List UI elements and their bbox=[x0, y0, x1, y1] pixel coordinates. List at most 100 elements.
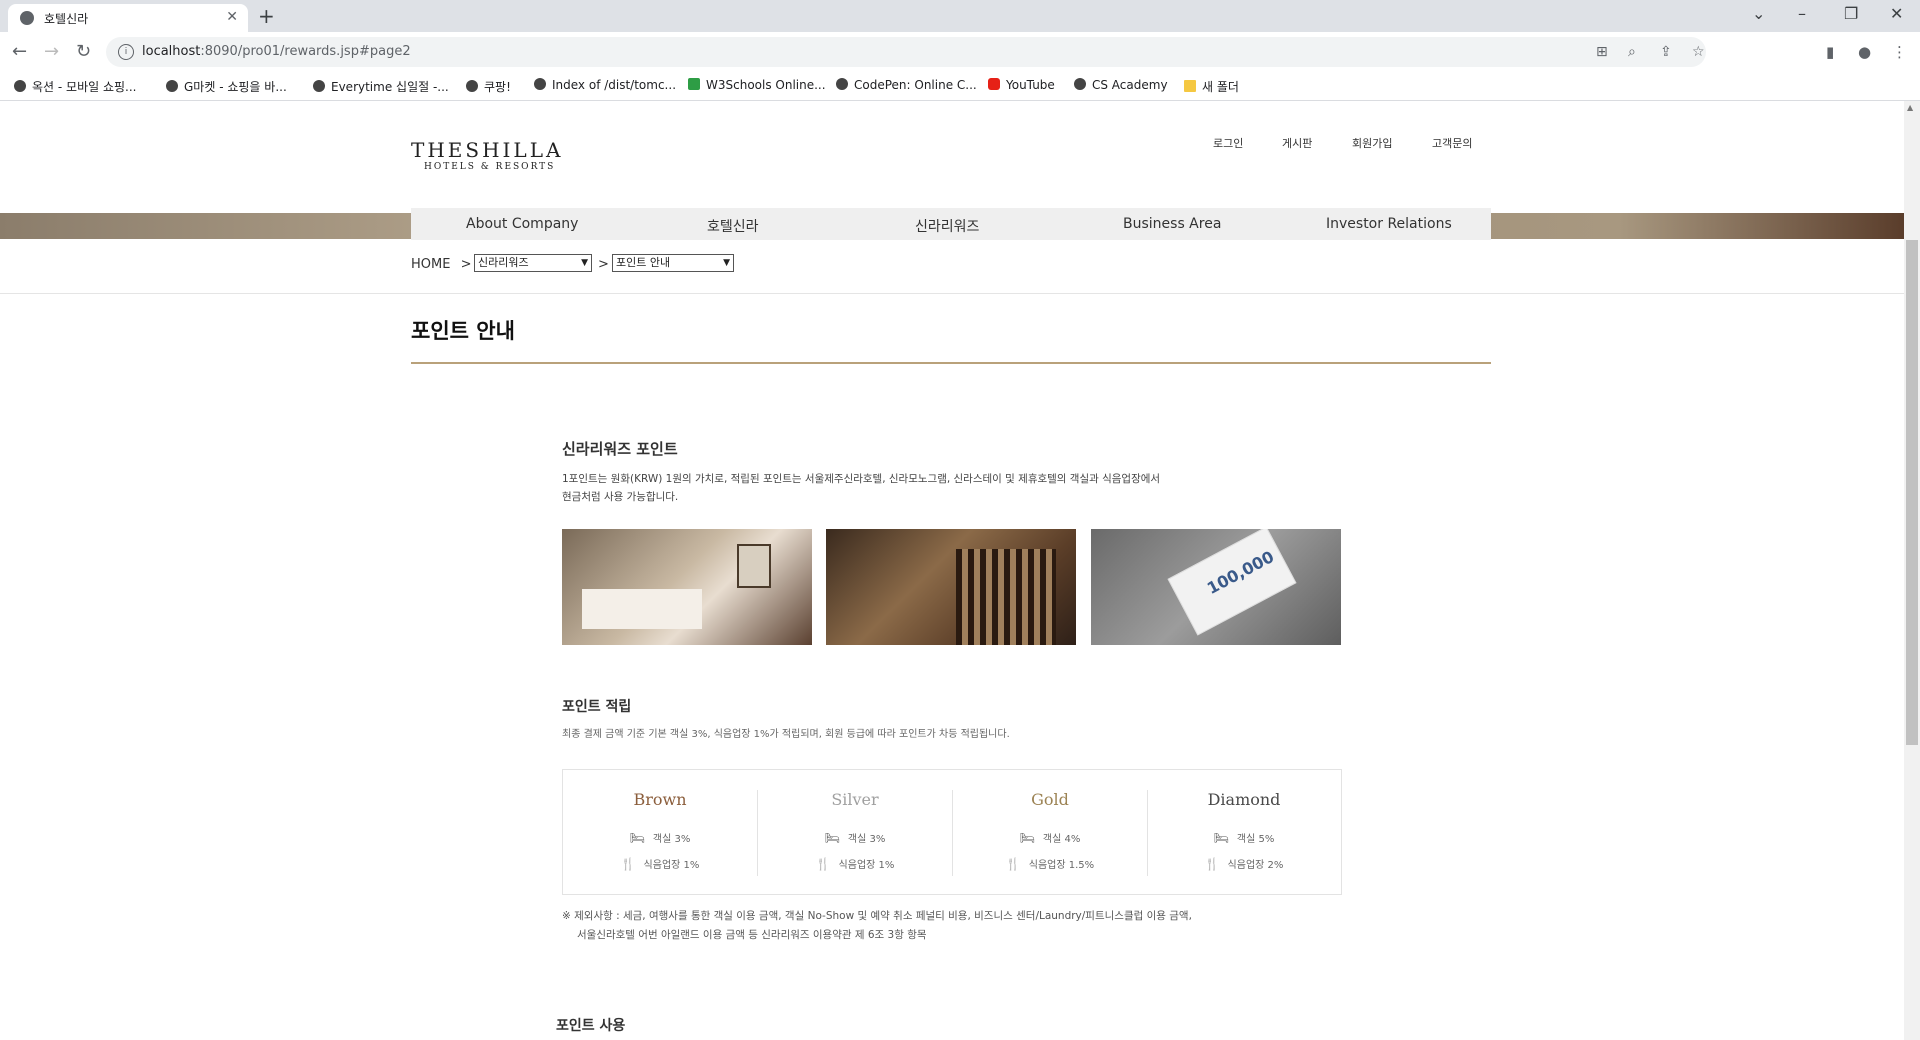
new-tab-button[interactable]: + bbox=[258, 4, 275, 28]
frame-shape bbox=[737, 544, 771, 588]
logo[interactable]: THESHILLA HOTELS & RESORTS bbox=[411, 138, 563, 172]
logo-subtitle: HOTELS & RESORTS bbox=[424, 162, 556, 172]
voucher-shape: 100,000 bbox=[1167, 529, 1297, 636]
tier-room-rate-text: 객실 5% bbox=[1236, 834, 1275, 845]
scrollbar-thumb[interactable] bbox=[1906, 240, 1918, 745]
bookmark-item[interactable]: Everytime 십일절 -... bbox=[313, 78, 449, 95]
bookmark-label: G마켓 - 쇼핑을 바... bbox=[184, 80, 287, 94]
nav-investor-relations[interactable]: Investor Relations bbox=[1326, 216, 1452, 232]
address-bar: ← → ↻ i localhost:8090/pro01/rewards.jsp… bbox=[0, 32, 1920, 72]
points-description-line1: 1포인트는 원화(KRW) 1원의 가치로, 적립된 포인트는 서울제주신라호텔… bbox=[562, 473, 1161, 485]
scroll-up-icon[interactable]: ▲ bbox=[1907, 103, 1913, 112]
tier-room-rate: 🛏 객실 4% bbox=[953, 830, 1147, 845]
breadcrumb-home[interactable]: HOME bbox=[411, 257, 450, 272]
translate-icon[interactable]: ⊞ bbox=[1596, 44, 1608, 60]
page-title: 포인트 안내 bbox=[411, 319, 515, 343]
globe-icon bbox=[14, 80, 26, 92]
globe-icon bbox=[20, 11, 34, 25]
utensils-icon: 🍴 bbox=[1005, 857, 1021, 871]
codepen-icon bbox=[836, 78, 848, 90]
tier-name: Silver bbox=[831, 790, 879, 809]
bookmarks-bar: 옥션 - 모바일 쇼핑... G마켓 - 쇼핑을 바... Everytime … bbox=[0, 72, 1920, 101]
bookmark-item[interactable]: CodePen: Online C... bbox=[836, 78, 977, 92]
globe-icon bbox=[534, 78, 546, 90]
nav-hotel-shilla[interactable]: 호텔신라 bbox=[707, 216, 759, 236]
bookmark-item[interactable]: W3Schools Online... bbox=[688, 78, 826, 92]
chevron-down-icon: ▼ bbox=[723, 258, 730, 268]
nav-about-company[interactable]: About Company bbox=[466, 216, 578, 232]
bookmark-item[interactable]: CS Academy bbox=[1074, 78, 1168, 92]
restore-icon[interactable]: ❐ bbox=[1844, 4, 1858, 23]
tier-room-rate: 🛏 객실 3% bbox=[758, 830, 952, 845]
section-title-points: 신라리워즈 포인트 bbox=[562, 440, 678, 458]
tier-name: Diamond bbox=[1207, 790, 1281, 809]
profile-icon[interactable]: ● bbox=[1858, 43, 1871, 61]
page-select[interactable]: 포인트 안내 ▼ bbox=[612, 254, 734, 272]
bookmark-item[interactable]: G마켓 - 쇼핑을 바... bbox=[166, 78, 287, 95]
page-viewport: THESHILLA HOTELS & RESORTS 로그인 게시판 회원가입 … bbox=[0, 101, 1904, 1040]
bookmark-label: 쿠팡! bbox=[484, 80, 511, 94]
breadcrumb-sep: > bbox=[460, 257, 472, 272]
tier-room-rate: 🛏 객실 3% bbox=[563, 830, 757, 845]
exclusion-note-line2: 서울신라호텔 어번 아일랜드 이용 금액 등 신라리워즈 이용약관 제 6조 3… bbox=[577, 929, 927, 941]
csacademy-icon bbox=[1074, 78, 1086, 90]
bookmark-item[interactable]: Index of /dist/tomc... bbox=[534, 78, 676, 92]
bed-shape bbox=[582, 589, 702, 629]
tier-diamond: Diamond 🛏 객실 5% 🍴 식음업장 2% bbox=[1147, 770, 1341, 894]
side-panel-icon[interactable]: ▮ bbox=[1826, 43, 1834, 61]
browser-tab[interactable]: 호텔신라 ✕ bbox=[8, 4, 248, 32]
nav-business-area[interactable]: Business Area bbox=[1123, 216, 1221, 232]
bookmark-label: Everytime 십일절 -... bbox=[331, 80, 449, 94]
bookmark-item[interactable]: 쿠팡! bbox=[466, 78, 511, 95]
bookmark-item[interactable]: 새 폴더 bbox=[1184, 78, 1239, 95]
bookmark-label: W3Schools Online... bbox=[706, 78, 826, 92]
section-title-use: 포인트 사용 bbox=[556, 1018, 626, 1034]
signup-link[interactable]: 회원가입 bbox=[1352, 135, 1392, 151]
w3schools-icon bbox=[688, 78, 700, 90]
main-nav: About Company 호텔신라 신라리워즈 Business Area I… bbox=[411, 208, 1491, 240]
forward-icon[interactable]: → bbox=[44, 41, 59, 62]
bed-icon: 🛏 bbox=[1213, 831, 1229, 845]
back-icon[interactable]: ← bbox=[12, 41, 27, 62]
category-select[interactable]: 신라리워즈 ▼ bbox=[474, 254, 592, 272]
bookmark-star-icon[interactable]: ☆ bbox=[1692, 44, 1705, 60]
tier-room-rate-text: 객실 3% bbox=[652, 834, 691, 845]
tier-dining-rate: 🍴 식음업장 2% bbox=[1147, 856, 1341, 871]
room-photo bbox=[562, 529, 812, 645]
page-select-value: 포인트 안내 bbox=[616, 256, 671, 269]
bookmark-label: Index of /dist/tomc... bbox=[552, 78, 677, 92]
logo-title: THESHILLA bbox=[411, 138, 564, 162]
breadcrumb: HOME > bbox=[411, 257, 472, 272]
section-title-earn: 포인트 적립 bbox=[562, 699, 632, 715]
nav-shilla-rewards[interactable]: 신라리워즈 bbox=[915, 216, 979, 236]
title-underline bbox=[411, 362, 1491, 364]
site-info-icon[interactable]: i bbox=[118, 44, 134, 60]
tab-title: 호텔신라 bbox=[44, 12, 89, 26]
tier-dining-rate: 🍴 식음업장 1% bbox=[758, 856, 952, 871]
bookmark-label: YouTube bbox=[1006, 78, 1055, 92]
minimize-icon[interactable]: – bbox=[1798, 4, 1806, 23]
login-link[interactable]: 로그인 bbox=[1213, 135, 1243, 151]
bookmark-item[interactable]: 옥션 - 모바일 쇼핑... bbox=[14, 78, 137, 95]
tab-close-icon[interactable]: ✕ bbox=[226, 9, 238, 25]
url-text: localhost:8090/pro01/rewards.jsp#page2 bbox=[142, 44, 411, 59]
zoom-icon[interactable]: ⌕ bbox=[1628, 44, 1636, 60]
voucher-amount: 100,000 bbox=[1203, 547, 1278, 599]
tier-room-rate: 🛏 객실 5% bbox=[1147, 830, 1341, 845]
share-icon[interactable]: ⇪ bbox=[1660, 44, 1672, 60]
tier-dining-rate: 🍴 식음업장 1.5% bbox=[953, 856, 1147, 871]
board-link[interactable]: 게시판 bbox=[1282, 135, 1312, 151]
contact-link[interactable]: 고객문의 bbox=[1432, 135, 1472, 151]
tier-silver: Silver 🛏 객실 3% 🍴 식음업장 1% bbox=[758, 770, 952, 894]
lounge-photo bbox=[826, 529, 1076, 645]
tier-brown: Brown 🛏 객실 3% 🍴 식음업장 1% bbox=[563, 770, 757, 894]
reload-icon[interactable]: ↻ bbox=[76, 41, 91, 62]
tab-search-icon[interactable]: ⌄ bbox=[1752, 4, 1765, 23]
menu-icon[interactable]: ⋮ bbox=[1892, 43, 1907, 61]
globe-icon bbox=[166, 80, 178, 92]
close-window-icon[interactable]: ✕ bbox=[1890, 4, 1903, 23]
bookmark-item[interactable]: YouTube bbox=[988, 78, 1055, 92]
url-input[interactable]: i localhost:8090/pro01/rewards.jsp#page2… bbox=[106, 37, 1706, 67]
breadcrumb-sep: > bbox=[598, 257, 609, 272]
url-path: :8090/pro01/rewards.jsp#page2 bbox=[200, 44, 411, 59]
